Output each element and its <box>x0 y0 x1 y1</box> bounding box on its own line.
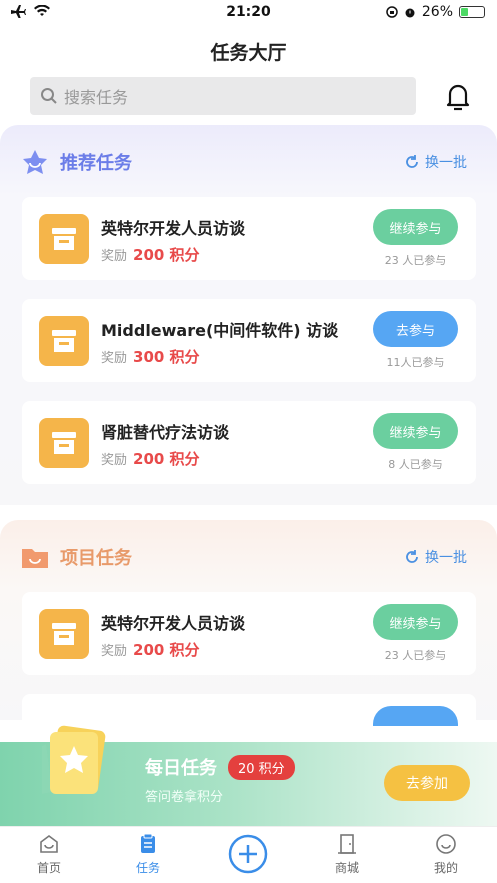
tab-mine[interactable]: 我的 <box>416 833 476 876</box>
status-bar: 21:20 26% <box>0 0 497 26</box>
tab-tasks[interactable]: 任务 <box>118 833 178 876</box>
task-name: Middleware(中间件软件) 访谈 <box>101 321 339 340</box>
task-box-icon <box>39 418 89 468</box>
status-right: 26% <box>386 4 485 20</box>
recommended-section: 推荐任务 换一批 英特尔开发人员访谈 奖励 200 积分 继续参与 23 人已参与… <box>0 125 497 505</box>
page-title: 任务大厅 <box>210 42 287 64</box>
home-icon <box>40 835 58 853</box>
refresh-label: 换一批 <box>425 155 467 171</box>
reward-value: 200 积分 <box>133 641 200 659</box>
plus-icon[interactable] <box>228 834 268 874</box>
task-box-icon <box>39 316 89 366</box>
project-section: 项目任务 换一批 英特尔开发人员访谈 奖励 200 积分 继续参与 23 人已参与 <box>0 520 497 777</box>
bell-icon[interactable] <box>442 80 474 112</box>
task-box-icon <box>39 609 89 659</box>
participant-count: 11人已参与 <box>386 356 445 369</box>
task-name: 肾脏替代疗法访谈 <box>101 423 230 442</box>
tab-home[interactable]: 首页 <box>19 833 79 876</box>
folder-icon <box>22 549 48 568</box>
reward-value: 200 积分 <box>133 246 200 264</box>
refresh-icon <box>406 155 418 168</box>
star-card-icon <box>42 725 106 794</box>
task-reward: 奖励 300 积分 <box>101 348 200 366</box>
lock-rotation-icon <box>386 6 398 18</box>
tab-label: 我的 <box>433 861 458 875</box>
search-placeholder: 搜索任务 <box>64 88 129 107</box>
participant-count: 23 人已参与 <box>384 254 447 267</box>
project-header: 项目任务 换一批 <box>20 540 467 574</box>
door-icon <box>338 834 356 854</box>
battery-icon <box>459 6 485 18</box>
reward-value: 300 积分 <box>133 348 200 366</box>
daily-join-button[interactable]: 去参加 <box>384 765 470 801</box>
participant-count: 8 人已参与 <box>388 458 443 471</box>
crown-icon <box>23 150 47 174</box>
search-input[interactable]: 搜索任务 <box>30 77 416 115</box>
alarm-icon <box>405 8 415 18</box>
recommended-header: 推荐任务 换一批 <box>20 145 467 179</box>
battery-percent: 26% <box>421 4 453 20</box>
task-card[interactable]: 英特尔开发人员访谈 奖励 200 积分 继续参与 23 人已参与 <box>22 197 476 280</box>
daily-title: 每日任务 <box>145 758 217 779</box>
tab-label: 首页 <box>36 861 61 875</box>
tab-label: 商城 <box>334 861 359 875</box>
tab-bar: 首页 任务 商城 我的 <box>0 826 497 883</box>
task-card[interactable]: 英特尔开发人员访谈 奖励 200 积分 继续参与 23 人已参与 <box>22 592 476 675</box>
task-hall-screen: 21:20 26% 任务大厅 搜索任务 推荐任务 换一批 英特尔开发人员访谈 奖… <box>0 0 497 883</box>
task-icon <box>141 833 155 853</box>
task-reward: 奖励 200 积分 <box>101 450 200 468</box>
join-button[interactable]: 去参与 <box>373 311 458 347</box>
continue-button[interactable]: 继续参与 <box>373 413 458 449</box>
task-name: 英特尔开发人员访谈 <box>101 219 246 238</box>
tab-label: 任务 <box>135 861 160 875</box>
recommended-refresh-button[interactable]: 换一批 <box>405 152 467 172</box>
task-card[interactable]: Middleware(中间件软件) 访谈 奖励 300 积分 去参与 11人已参与 <box>22 299 476 382</box>
refresh-icon <box>406 550 418 563</box>
task-reward: 奖励 200 积分 <box>101 246 200 264</box>
daily-points-badge: 20 积分 <box>228 755 295 780</box>
recommended-title: 推荐任务 <box>60 153 132 174</box>
task-name: 英特尔开发人员访谈 <box>101 614 246 633</box>
refresh-label: 换一批 <box>425 550 467 566</box>
reward-value: 200 积分 <box>133 450 200 468</box>
task-reward: 奖励 200 积分 <box>101 641 200 659</box>
participant-count: 23 人已参与 <box>384 649 447 662</box>
task-card[interactable]: 肾脏替代疗法访谈 奖励 200 积分 继续参与 8 人已参与 <box>22 401 476 484</box>
smile-icon <box>436 834 456 854</box>
project-title: 项目任务 <box>60 548 132 569</box>
task-box-icon <box>39 214 89 264</box>
continue-button[interactable]: 继续参与 <box>373 209 458 245</box>
tab-store[interactable]: 商城 <box>317 833 377 876</box>
join-button-partial[interactable] <box>373 706 458 726</box>
search-icon <box>41 88 57 104</box>
project-refresh-button[interactable]: 换一批 <box>405 547 467 567</box>
daily-description: 答问卷拿积分 <box>145 790 224 805</box>
continue-button[interactable]: 继续参与 <box>373 604 458 640</box>
